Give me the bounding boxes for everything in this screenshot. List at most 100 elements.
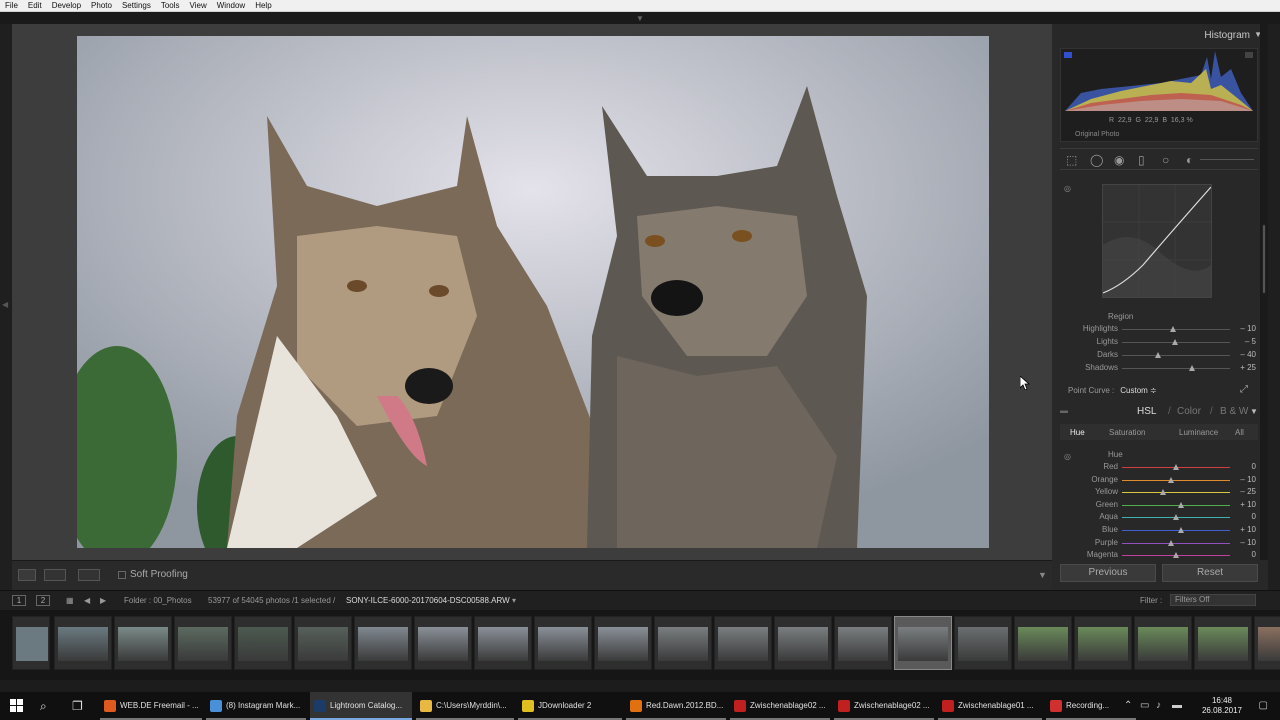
slider-value[interactable]: + 10	[1232, 525, 1256, 534]
filmstrip-thumbnail[interactable]	[594, 616, 652, 670]
tone-slider-row[interactable]: Highlights – 10	[1062, 324, 1256, 336]
slider-knob[interactable]	[1154, 352, 1161, 358]
filmstrip-thumbnail[interactable]	[474, 616, 532, 670]
slider-track[interactable]	[1122, 329, 1230, 330]
filmstrip-thumbnail[interactable]	[954, 616, 1012, 670]
monitor-2-button[interactable]: 2	[36, 595, 50, 606]
notification-icon[interactable]: ▢	[1259, 700, 1268, 711]
taskbar-app-button[interactable]: (8) Instagram Mark...	[206, 692, 306, 720]
slider-track[interactable]	[1122, 542, 1230, 544]
filmstrip-thumbnail[interactable]	[654, 616, 712, 670]
back-arrow-icon[interactable]: ◀	[84, 596, 90, 605]
hue-slider-row[interactable]: Blue + 10	[1062, 525, 1256, 537]
original-photo-label[interactable]: Original Photo	[1075, 131, 1119, 138]
subtab-all[interactable]: All	[1235, 428, 1244, 437]
tone-curve-graph[interactable]	[1102, 184, 1212, 298]
keyboard-icon[interactable]: ▬	[1172, 700, 1182, 711]
slider-track[interactable]	[1122, 479, 1230, 481]
forward-arrow-icon[interactable]: ▶	[100, 596, 106, 605]
hue-target-icon[interactable]: ◎	[1064, 452, 1071, 461]
filmstrip-thumbnail[interactable]	[894, 616, 952, 670]
slider-track[interactable]	[1122, 492, 1230, 494]
tool-slider[interactable]	[1200, 159, 1254, 160]
tone-slider-row[interactable]: Darks – 40	[1062, 350, 1256, 362]
tone-slider-row[interactable]: Shadows + 25	[1062, 363, 1256, 375]
loupe-view-button[interactable]	[18, 569, 36, 581]
filmstrip-thumbnail[interactable]	[294, 616, 352, 670]
hue-slider-row[interactable]: Green + 10	[1062, 500, 1256, 512]
task-view-icon[interactable]: ❐	[72, 699, 83, 713]
filmstrip-thumbnail[interactable]	[354, 616, 412, 670]
clock[interactable]: 16:48 26.08.2017	[1202, 696, 1242, 716]
point-curve-select[interactable]: Custom ≑	[1120, 386, 1157, 395]
filmstrip-thumbnail[interactable]	[114, 616, 172, 670]
reset-button[interactable]: Reset	[1162, 564, 1258, 582]
filmstrip-thumbnail[interactable]	[834, 616, 892, 670]
slider-value[interactable]: – 40	[1232, 350, 1256, 359]
scrollbar-thumb[interactable]	[1262, 224, 1266, 294]
network-icon[interactable]: ▭	[1140, 700, 1149, 711]
previous-button[interactable]: Previous	[1060, 564, 1156, 582]
slider-knob[interactable]	[1173, 514, 1179, 521]
monitor-1-button[interactable]: 1	[12, 595, 26, 606]
taskbar-app-button[interactable]: C:\Users\Myrddin\...	[416, 692, 514, 720]
taskbar-app-button[interactable]: Red.Dawn.2012.BD...	[626, 692, 726, 720]
filmstrip-thumbnail[interactable]	[234, 616, 292, 670]
spot-removal-icon[interactable]: ◯	[1090, 153, 1103, 167]
filter-select[interactable]: Filters Off	[1170, 594, 1256, 606]
search-icon[interactable]: ⌕	[40, 699, 47, 714]
taskbar-app-button[interactable]: Zwischenablage02 ...	[730, 692, 830, 720]
filmstrip-thumbnail[interactable]	[12, 616, 50, 670]
slider-knob[interactable]	[1169, 326, 1176, 332]
menu-settings[interactable]: Settings	[117, 0, 156, 12]
filmstrip-thumbnail[interactable]	[1254, 616, 1280, 670]
slider-value[interactable]: 0	[1232, 512, 1256, 521]
menu-edit[interactable]: Edit	[23, 0, 47, 12]
folder-source[interactable]: Folder : 00_Photos	[124, 596, 192, 605]
slider-knob[interactable]	[1160, 489, 1167, 496]
main-photo[interactable]	[77, 36, 989, 548]
slider-value[interactable]: 0	[1232, 550, 1256, 559]
slider-knob[interactable]	[1178, 501, 1185, 508]
slider-knob[interactable]	[1189, 365, 1196, 371]
before-after-swap-button[interactable]	[78, 569, 100, 581]
menu-view[interactable]: View	[185, 0, 212, 12]
slider-knob[interactable]	[1167, 476, 1174, 483]
right-panel-toggle[interactable]	[1268, 24, 1280, 590]
filmstrip-thumbnail[interactable]	[414, 616, 472, 670]
menu-tools[interactable]: Tools	[156, 0, 185, 12]
slider-knob[interactable]	[1178, 527, 1185, 533]
taskbar-app-button[interactable]: WEB.DE Freemail - ...	[100, 692, 202, 720]
slider-value[interactable]: + 10	[1232, 500, 1256, 509]
curve-edit-icon[interactable]: ⤢	[1240, 384, 1248, 395]
hue-slider-row[interactable]: Purple – 10	[1062, 538, 1256, 550]
volume-icon[interactable]: ♪	[1156, 700, 1161, 711]
subtab-luminance[interactable]: Luminance	[1179, 428, 1218, 437]
slider-track[interactable]	[1122, 530, 1230, 531]
selected-filename[interactable]: SONY-ILCE-6000-20170604-DSC00588.ARW	[346, 596, 510, 605]
taskbar-app-button[interactable]: Zwischenablage02 ...	[834, 692, 934, 720]
windows-start-icon[interactable]	[10, 699, 23, 712]
filmstrip-thumbnail[interactable]	[1074, 616, 1132, 670]
slider-track[interactable]	[1122, 504, 1230, 506]
hue-slider-row[interactable]: Orange – 10	[1062, 475, 1256, 487]
taskbar-app-button[interactable]: Lightroom Catalog...	[310, 692, 412, 720]
soft-proofing-checkbox[interactable]	[118, 571, 126, 579]
before-after-button[interactable]	[44, 569, 66, 581]
brush-icon[interactable]: ◐	[1186, 153, 1193, 167]
slider-knob[interactable]	[1173, 552, 1179, 559]
menu-develop[interactable]: Develop	[47, 0, 86, 12]
filmstrip-thumbnail[interactable]	[534, 616, 592, 670]
slider-value[interactable]: – 5	[1232, 337, 1256, 346]
menu-file[interactable]: File	[0, 0, 23, 12]
hue-slider-row[interactable]: Magenta 0	[1062, 550, 1256, 562]
filmstrip-thumbnail[interactable]	[774, 616, 832, 670]
subtab-saturation[interactable]: Saturation	[1109, 428, 1145, 437]
panel-switch-icon[interactable]: ▬	[1060, 406, 1068, 415]
filename-dropdown-icon[interactable]: ▾	[512, 596, 516, 605]
red-eye-icon[interactable]: ◉	[1114, 153, 1124, 167]
hue-slider-row[interactable]: Yellow – 25	[1062, 487, 1256, 499]
histogram-title[interactable]: Histogram	[1204, 30, 1250, 41]
tray-chevron-icon[interactable]: ⌃	[1124, 700, 1132, 711]
filmstrip-thumbnail[interactable]	[1194, 616, 1252, 670]
